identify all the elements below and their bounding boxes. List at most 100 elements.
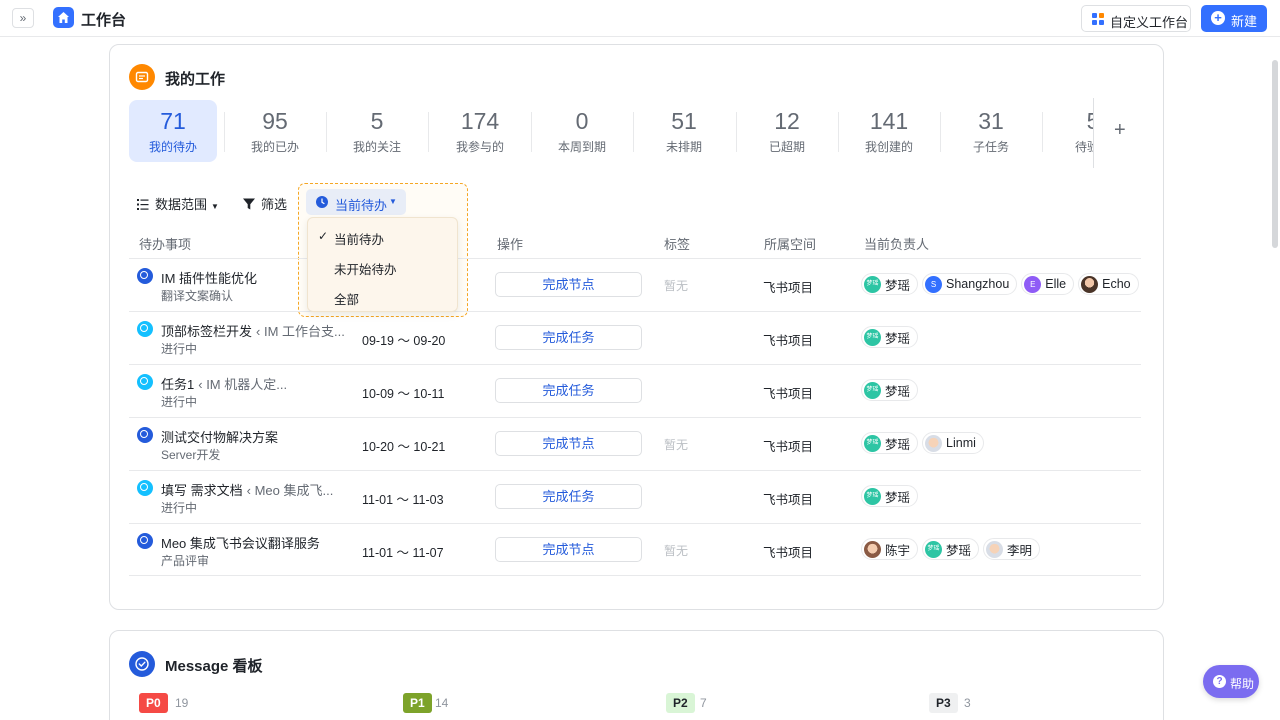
col-action: 操作 xyxy=(497,237,524,252)
owner-chip[interactable]: 梦瑶 梦瑶 xyxy=(922,538,980,560)
table-row[interactable]: IM 插件性能优化 翻译文案确认 完成节点 暂无 飞书项目 梦瑶 梦瑶 S Shan… xyxy=(129,258,1141,311)
todo-title[interactable]: 顶部标签栏开发 ‹ IM 工作台支... xyxy=(161,321,345,340)
space-value: 飞书项目 xyxy=(763,387,814,401)
task-icon xyxy=(137,321,153,337)
priority-p1[interactable]: P1 xyxy=(403,693,432,713)
dropdown-option-all[interactable]: 全部 xyxy=(308,281,459,311)
todo-subtitle: 进行中 xyxy=(161,501,198,515)
complete-node-button[interactable]: 完成节点 xyxy=(495,431,642,456)
complete-task-button[interactable]: 完成任务 xyxy=(495,484,642,509)
avatar xyxy=(864,540,881,558)
stat-due-this-week[interactable]: 0 本周到期 xyxy=(538,100,626,162)
list-icon xyxy=(137,199,149,210)
todo-title[interactable]: 测试交付物解决方案 xyxy=(161,427,278,446)
table-row[interactable]: 填写 需求文档 ‹ Meo 集成飞... 进行中 11-01 ～ 11-03 完成… xyxy=(129,470,1141,523)
stat-pending-acceptance[interactable]: 5 待验收 xyxy=(1049,100,1093,162)
owner-chip[interactable]: 梦瑶 梦瑶 xyxy=(861,326,919,348)
home-icon[interactable] xyxy=(53,7,74,28)
add-stat-icon[interactable]: + xyxy=(1114,119,1126,142)
table-row[interactable]: Meo 集成飞书会议翻译服务 产品评审 11-01 ～ 11-07 完成节点 暂… xyxy=(129,523,1141,576)
message-board-icon xyxy=(129,651,155,677)
todo-title[interactable]: 任务1 ‹ IM 机器人定... xyxy=(161,374,287,393)
expand-sidebar-icon[interactable]: » xyxy=(12,8,34,28)
tag-value: 暂无 xyxy=(664,279,689,293)
status-label: 当前待办 xyxy=(335,198,388,213)
owner-list: 梦瑶 梦瑶 xyxy=(861,379,919,401)
table-row[interactable]: 测试交付物解决方案 Server开发 10-20 ～ 10-21 完成节点 暂无… xyxy=(129,417,1141,470)
owner-chip[interactable]: 梦瑶 梦瑶 xyxy=(861,485,919,507)
parent-item[interactable]: ‹ IM 机器人定... xyxy=(198,377,287,392)
table-row[interactable]: 顶部标签栏开发 ‹ IM 工作台支... 进行中 09-19 ～ 09-20 完成… xyxy=(129,311,1141,364)
stat-created[interactable]: 141 我创建的 xyxy=(845,100,933,162)
todo-title-text: 测试交付物解决方案 xyxy=(161,430,279,445)
owner-chip[interactable]: 陈宇 xyxy=(861,538,919,560)
owner-chip[interactable]: Linmi xyxy=(922,432,984,454)
priority-p0[interactable]: P0 xyxy=(139,693,168,713)
stat-divider xyxy=(326,112,327,152)
filter-button[interactable]: 筛选 xyxy=(243,194,287,213)
table-row[interactable]: 任务1 ‹ IM 机器人定... 进行中 10-09 ～ 10-11 完成任务 飞… xyxy=(129,364,1141,417)
dropdown-option-current[interactable]: ✓ 当前待办 xyxy=(308,221,459,251)
stat-divider xyxy=(838,112,839,152)
stat-value: 0 xyxy=(575,108,589,134)
priority-p3[interactable]: P3 xyxy=(929,693,958,713)
owner-chip[interactable]: E Elle xyxy=(1021,273,1075,295)
todo-subtitle: 产品评审 xyxy=(161,554,210,568)
todo-title[interactable]: Meo 集成飞书会议翻译服务 xyxy=(161,533,320,552)
data-scope-dropdown[interactable]: 数据范围 ▼ xyxy=(137,194,219,213)
data-scope-label: 数据范围 xyxy=(155,197,208,212)
status-dropdown[interactable]: 当前待办 ▼ xyxy=(306,189,406,215)
date-range: 11-01 ～ 11-03 xyxy=(362,493,444,507)
new-button[interactable]: + 新建 xyxy=(1201,5,1267,32)
owner-chip[interactable]: 李明 xyxy=(983,538,1041,560)
todo-title[interactable]: IM 插件性能优化 xyxy=(161,268,257,287)
dropdown-option-not-started[interactable]: 未开始待办 xyxy=(308,251,459,281)
owner-list: 陈宇 梦瑶 梦瑶 李明 xyxy=(861,538,1041,560)
new-label: 新建 xyxy=(1231,14,1258,29)
parent-item[interactable]: ‹ IM 工作台支... xyxy=(256,324,345,339)
owner-chip[interactable]: Echo xyxy=(1078,273,1139,295)
scrollbar[interactable] xyxy=(1272,60,1278,248)
col-space: 所属空间 xyxy=(764,237,817,252)
avatar: 梦瑶 xyxy=(864,487,881,505)
plus-icon: + xyxy=(1211,11,1225,25)
stat-overdue[interactable]: 12 已超期 xyxy=(743,100,831,162)
option-label: 未开始待办 xyxy=(334,263,397,277)
stat-unscheduled[interactable]: 51 未排期 xyxy=(640,100,728,162)
owner-list: 梦瑶 梦瑶 S Shangzhou E Elle Echo xyxy=(861,273,1139,295)
top-bar: » 工作台 自定义工作台 + 新建 xyxy=(0,0,1280,37)
help-button[interactable]: ? 帮助 xyxy=(1203,665,1259,698)
owner-chip[interactable]: 梦瑶 梦瑶 xyxy=(861,432,919,454)
todo-title-text: 任务1 xyxy=(161,377,195,392)
complete-node-button[interactable]: 完成节点 xyxy=(495,537,642,562)
complete-task-button[interactable]: 完成任务 xyxy=(495,378,642,403)
funnel-icon xyxy=(243,198,255,210)
stat-label: 我的关注 xyxy=(352,140,401,154)
owner-chip[interactable]: S Shangzhou xyxy=(922,273,1018,295)
priority-p2[interactable]: P2 xyxy=(666,693,695,713)
complete-task-button[interactable]: 完成任务 xyxy=(495,325,642,350)
stat-my-follow[interactable]: 5 我的关注 xyxy=(333,100,421,162)
parent-item[interactable]: ‹ Meo 集成飞... xyxy=(247,483,334,498)
owner-name: Linmi xyxy=(946,436,976,450)
customize-workspace-button[interactable]: 自定义工作台 xyxy=(1081,5,1191,32)
owner-chip[interactable]: 梦瑶 梦瑶 xyxy=(861,379,919,401)
todo-title-text: 填写 需求文档 xyxy=(161,483,243,498)
complete-node-button[interactable]: 完成节点 xyxy=(495,272,642,297)
stat-participated[interactable]: 174 我参与的 xyxy=(436,100,524,162)
option-label: 全部 xyxy=(334,293,360,307)
stat-my-done[interactable]: 95 我的已办 xyxy=(231,100,319,162)
avatar xyxy=(986,540,1004,558)
owner-name: 梦瑶 xyxy=(885,437,911,452)
owner-chip[interactable]: 梦瑶 梦瑶 xyxy=(861,273,919,295)
tag-value: 暂无 xyxy=(664,438,689,452)
todo-title[interactable]: 填写 需求文档 ‹ Meo 集成飞... xyxy=(161,480,333,499)
status-dropdown-menu: ✓ 当前待办 未开始待办 全部 xyxy=(307,217,458,312)
owner-name: 梦瑶 xyxy=(885,278,911,293)
stat-subtasks[interactable]: 31 子任务 xyxy=(947,100,1035,162)
node-icon xyxy=(137,427,153,443)
stat-divider xyxy=(940,112,941,152)
stat-clip: 5 待验收 xyxy=(1044,100,1093,162)
stat-my-todo[interactable]: 71 我的待办 xyxy=(129,100,217,162)
app-title: 工作台 xyxy=(81,12,127,29)
